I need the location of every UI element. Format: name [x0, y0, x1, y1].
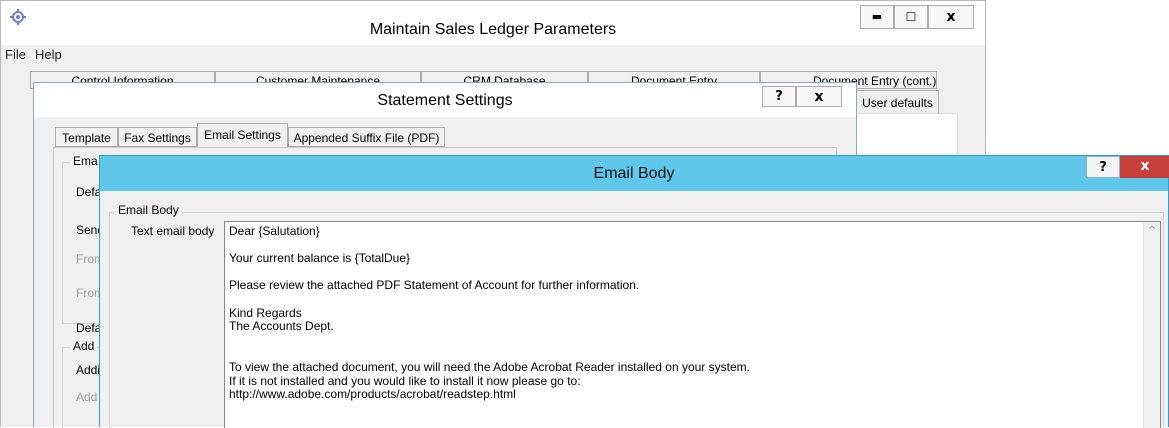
- additional-group-label: Add: [70, 339, 98, 353]
- statement-titlebar[interactable]: Statement Settings ? x: [34, 83, 856, 117]
- maximize-button[interactable]: ☐: [894, 5, 928, 29]
- tab-template[interactable]: Template: [55, 127, 118, 147]
- help-icon: ?: [775, 89, 783, 104]
- menu-bar: File Help: [1, 45, 985, 65]
- scroll-up-arrow-icon[interactable]: ^: [1144, 222, 1160, 239]
- main-window-title: Maintain Sales Ledger Parameters: [369, 21, 617, 38]
- text-email-body-label: Text email body: [131, 224, 215, 238]
- statement-help-button[interactable]: ?: [762, 86, 796, 107]
- close-icon: x: [1140, 158, 1150, 174]
- email-body-text: Dear {Salutation} Your current balance i…: [229, 224, 750, 402]
- statement-close-button[interactable]: x: [796, 86, 842, 107]
- statement-window-title: Statement Settings: [377, 92, 513, 109]
- tab-email-settings[interactable]: Email Settings: [197, 123, 288, 148]
- email-settings-group-label: Ema: [70, 154, 101, 168]
- vertical-scrollbar[interactable]: ^: [1143, 222, 1160, 428]
- email-close-button[interactable]: x: [1120, 156, 1169, 178]
- email-body-window: Email Body ? x Email Body Text email bod…: [99, 155, 1169, 428]
- additional-field-label-2: Add: [76, 390, 98, 404]
- additional-field-label: Addi: [76, 363, 101, 377]
- main-close-button[interactable]: x: [928, 5, 974, 29]
- menu-help[interactable]: Help: [35, 47, 62, 62]
- minimize-button[interactable]: ▬: [860, 5, 894, 29]
- email-body-group-label: Email Body: [115, 203, 182, 217]
- default-field-label: Defa: [76, 185, 102, 199]
- tab-appended-suffix-file[interactable]: Appended Suffix File (PDF): [288, 127, 445, 147]
- email-window-title: Email Body: [593, 165, 675, 182]
- help-icon: ?: [1099, 160, 1107, 175]
- close-icon: x: [946, 9, 956, 25]
- close-icon: x: [814, 89, 824, 105]
- text-email-body-textarea[interactable]: Dear {Salutation} Your current balance i…: [224, 221, 1161, 428]
- maximize-icon: ☐: [905, 10, 917, 24]
- email-help-button[interactable]: ?: [1086, 156, 1120, 178]
- minimize-icon: ▬: [871, 10, 883, 23]
- tab-user-defaults[interactable]: User defaults: [856, 90, 939, 114]
- menu-file[interactable]: File: [5, 47, 26, 62]
- tab-fax-settings[interactable]: Fax Settings: [118, 127, 197, 147]
- email-titlebar[interactable]: Email Body ? x: [100, 156, 1169, 191]
- default-field-label-2: Defa: [76, 321, 102, 335]
